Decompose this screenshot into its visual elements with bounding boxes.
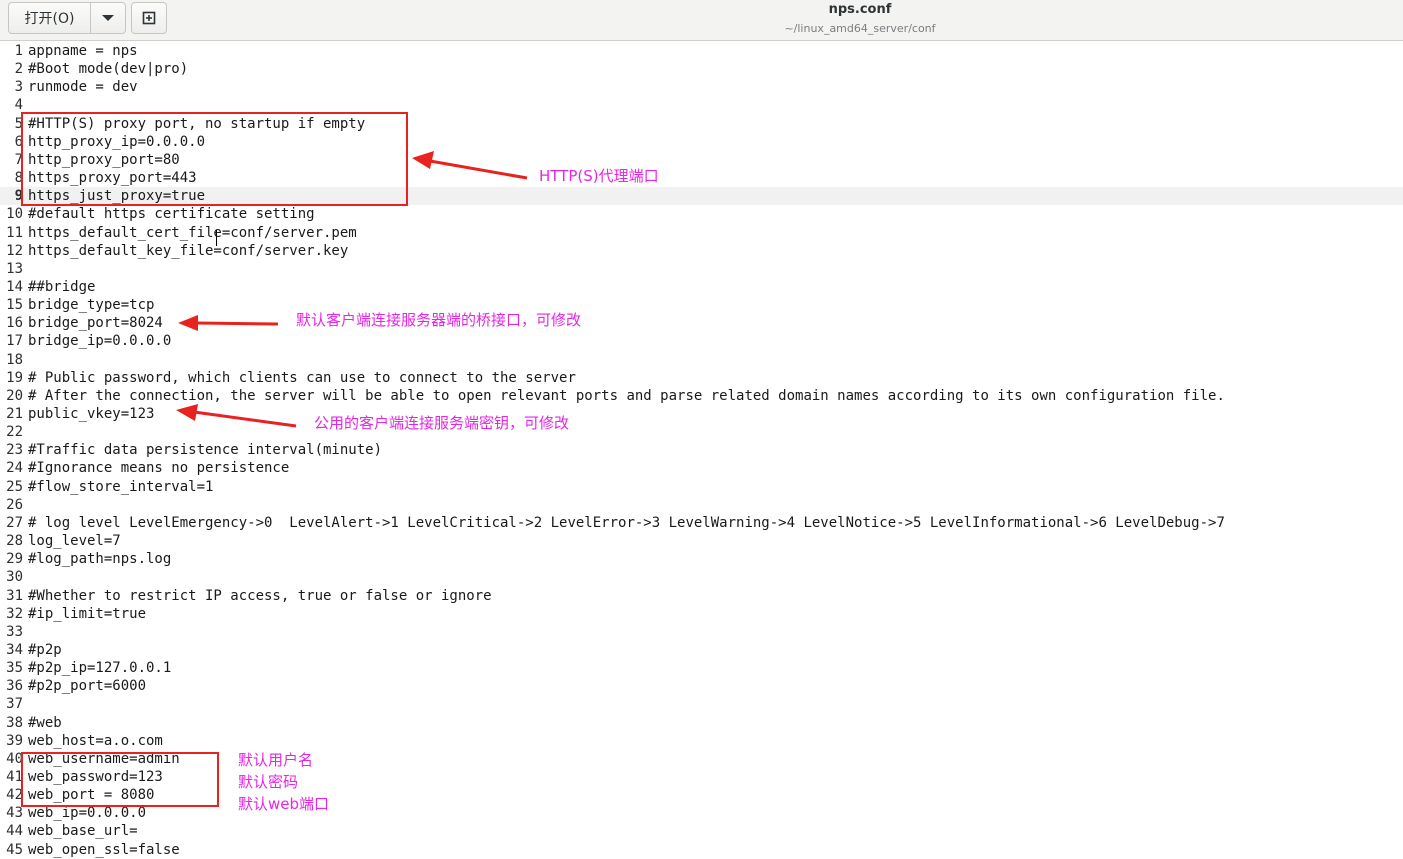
annotation-bridge-port: 默认客户端连接服务器端的桥接口，可修改 [296,311,582,329]
annotation-public-vkey: 公用的客户端连接服务端密钥，可修改 [314,414,570,432]
annotation-web-username: 默认用户名 [238,751,314,769]
arrow-public-vkey [176,404,297,428]
annotation-web-port: 默认web端口 [238,795,330,813]
annotation-http-proxy: HTTP(S)代理端口 [539,167,659,185]
annotation-arrows [176,151,528,428]
arrow-http-proxy [412,151,528,180]
arrow-bridge-port [178,315,279,331]
annotation-web-password: 默认密码 [238,773,299,791]
